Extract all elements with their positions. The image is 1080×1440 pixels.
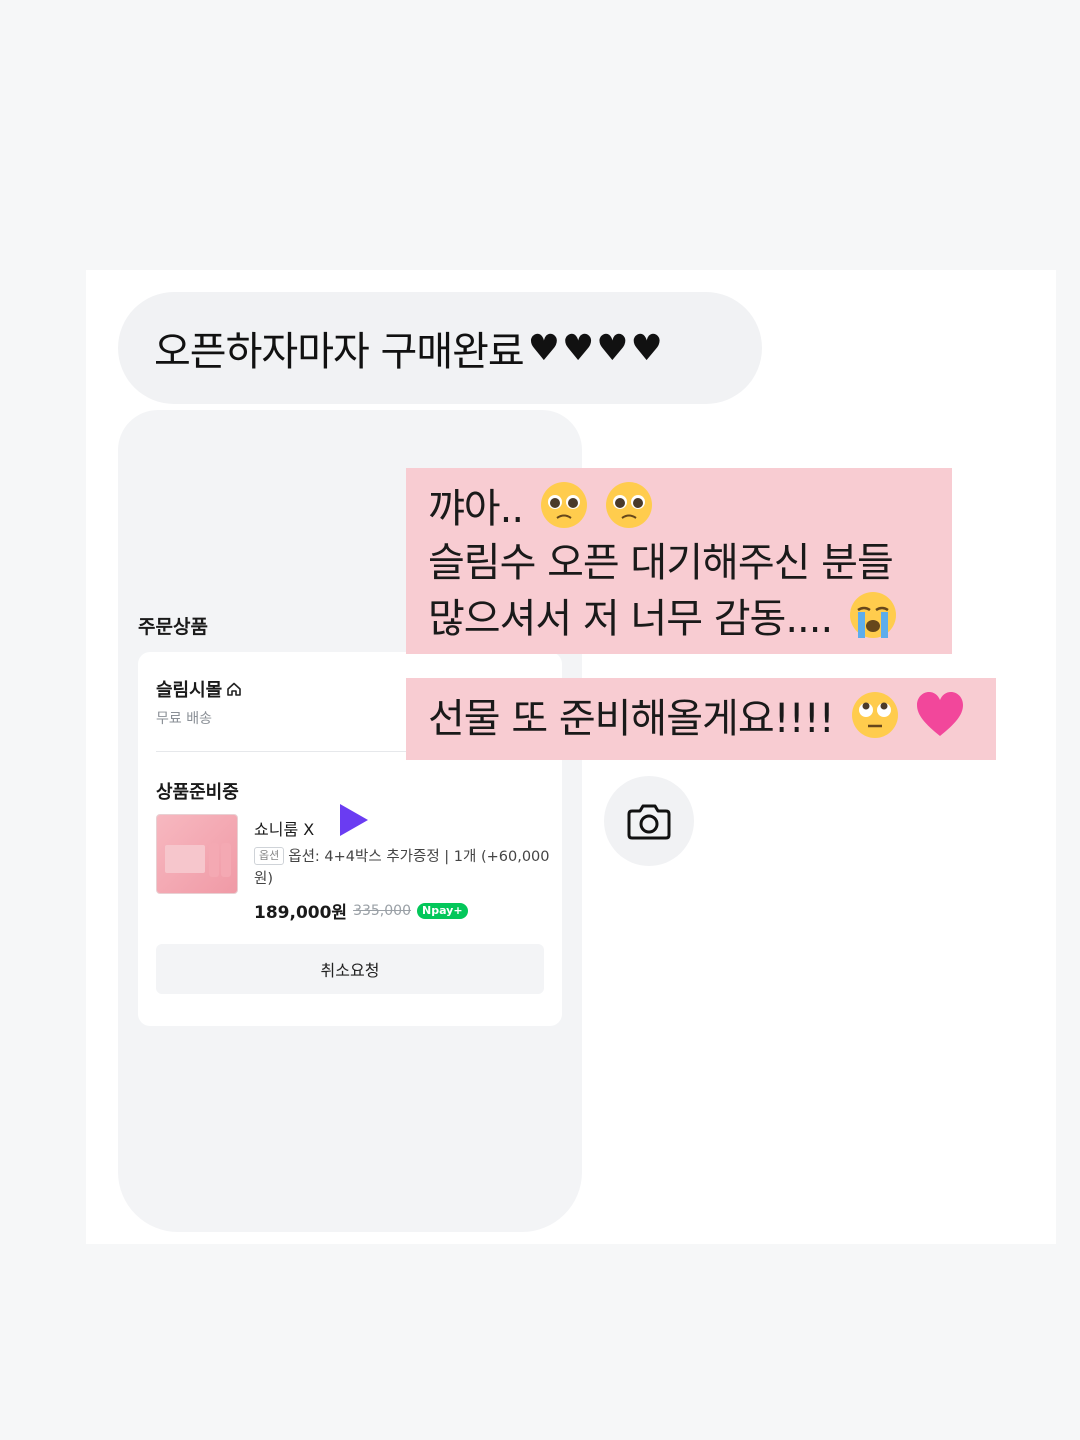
face-with-rolling-eyes-emoji — [851, 692, 898, 738]
pink-message-1: 꺄아.. 슬림수 오픈 대기해주신 분들 많으셔서 저 너무 감동.... — [406, 468, 952, 654]
play-icon — [340, 804, 368, 836]
original-price: 335,000 — [353, 902, 411, 919]
shipping-info: 무료 배송 — [156, 711, 212, 727]
product-option: 옵션 옵션: 4+4박스 추가증정 | 1개 (+60,000원) — [254, 846, 550, 890]
cancel-request-button[interactable]: 취소요청 — [156, 944, 544, 994]
product-thumbnail[interactable] — [156, 814, 238, 894]
pink-message-2-text: 선물 또 준비해올게요!!!! — [428, 696, 835, 742]
option-text: 옵션: 4+4박스 추가증정 | 1개 (+60,000원) — [254, 849, 550, 887]
product-name[interactable]: 쇼니룸 X — [254, 816, 314, 840]
loudly-crying-face-emoji — [849, 592, 896, 638]
camera-button[interactable] — [604, 776, 694, 866]
pink-heart-emoji — [917, 692, 964, 736]
black-hearts: ♥♥♥♥ — [527, 327, 665, 369]
camera-icon — [627, 804, 671, 840]
pink-message-1-line3: 많으셔서 저 너무 감동.... — [428, 596, 833, 642]
pleading-face-emoji — [606, 482, 653, 528]
pink-message-2: 선물 또 준비해올게요!!!! — [406, 678, 996, 760]
top-message-bubble: 오픈하자마자 구매완료 ♥♥♥♥ — [118, 292, 762, 404]
home-icon — [227, 682, 242, 696]
shop-name: 슬림시몰 — [156, 680, 223, 701]
pink-message-1-line1: 꺄아.. — [428, 486, 524, 532]
shop-name-link[interactable]: 슬림시몰 — [156, 676, 242, 702]
order-section-title: 주문상품 — [138, 616, 208, 638]
npay-badge: Npay+ — [416, 902, 468, 919]
pleading-face-emoji — [540, 482, 587, 528]
pink-message-1-line2: 슬림수 오픈 대기해주신 분들 — [428, 540, 894, 586]
sale-price: 189,000원 — [254, 903, 348, 923]
option-badge: 옵션 — [254, 847, 285, 865]
top-message-text: 오픈하자마자 구매완료 — [154, 329, 525, 375]
order-status: 상품준비중 — [156, 782, 239, 803]
price-line: 189,000원 335,000 Npay+ — [254, 898, 468, 923]
